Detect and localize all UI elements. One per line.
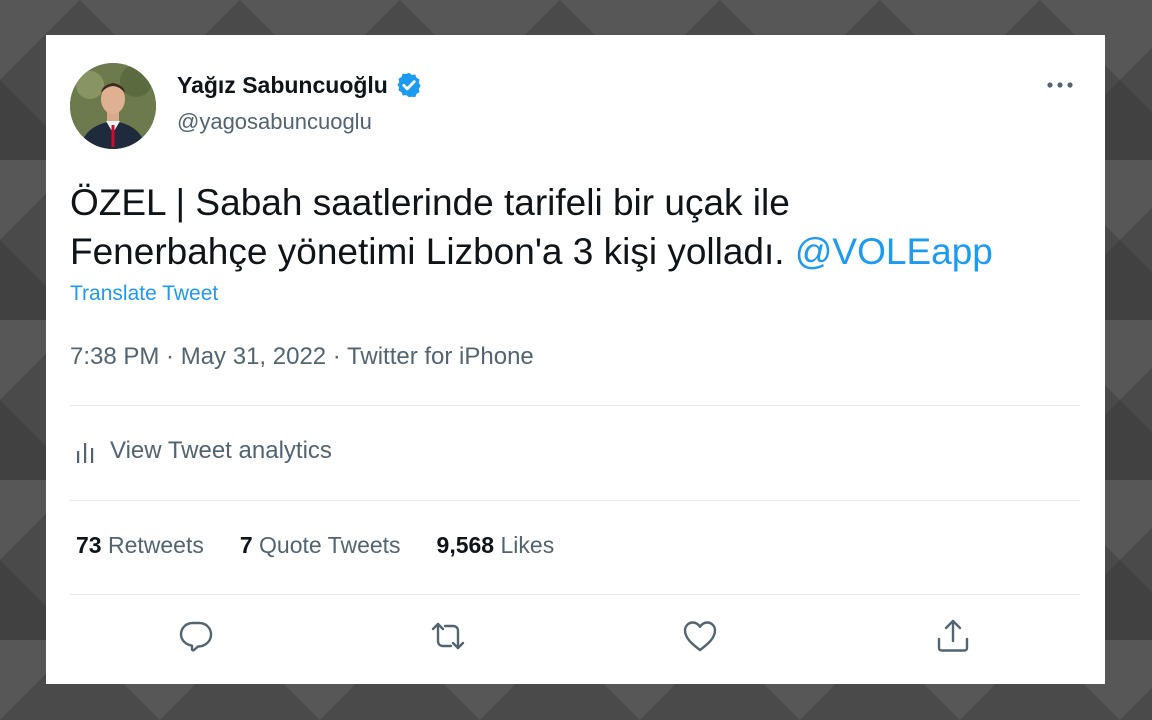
avatar-image bbox=[70, 63, 156, 149]
retweets-count: 73 bbox=[76, 532, 102, 558]
view-analytics-button[interactable]: View Tweet analytics bbox=[74, 437, 332, 465]
likes-stat[interactable]: 9,568 Likes bbox=[437, 532, 555, 559]
retweets-stat[interactable]: 73 Retweets bbox=[76, 532, 204, 559]
translate-tweet-link[interactable]: Translate Tweet bbox=[70, 282, 218, 306]
author-row: Yağız Sabuncuoğlu bbox=[177, 71, 423, 99]
avatar[interactable] bbox=[70, 63, 156, 149]
author-handle[interactable]: @yagosabuncuoglu bbox=[177, 109, 372, 135]
tweet-card: Yağız Sabuncuoğlu @yagosabuncuoglu ÖZEL … bbox=[46, 35, 1105, 684]
verified-badge-icon bbox=[395, 71, 423, 99]
mention-link[interactable]: @VOLEapp bbox=[795, 231, 993, 272]
divider bbox=[70, 594, 1080, 595]
retweets-label: Retweets bbox=[107, 532, 204, 558]
quote-tweets-count: 7 bbox=[239, 532, 253, 558]
quote-tweets-label: Quote Tweets bbox=[259, 532, 401, 558]
divider bbox=[70, 405, 1080, 406]
author-name[interactable]: Yağız Sabuncuoğlu bbox=[177, 72, 388, 99]
action-bar bbox=[46, 617, 1105, 667]
engagement-stats: 73 Retweets 7 Quote Tweets 9,568 Likes bbox=[76, 532, 590, 559]
likes-count: 9,568 bbox=[436, 532, 495, 558]
divider bbox=[70, 500, 1080, 501]
analytics-label: View Tweet analytics bbox=[110, 437, 332, 464]
tweet-text: ÖZEL | Sabah saatlerinde tarifeli bir uç… bbox=[70, 178, 1080, 276]
tweet-timestamp[interactable]: 7:38 PM · May 31, 2022 · Twitter for iPh… bbox=[70, 343, 534, 371]
likes-label: Likes bbox=[500, 532, 555, 558]
quote-tweets-stat[interactable]: 7 Quote Tweets bbox=[240, 532, 401, 559]
more-options-icon[interactable] bbox=[1045, 75, 1075, 95]
retweet-icon[interactable] bbox=[429, 617, 467, 655]
share-icon[interactable] bbox=[934, 617, 972, 655]
like-icon[interactable] bbox=[681, 617, 719, 655]
tweet-text-line1: ÖZEL | Sabah saatlerinde tarifeli bir uç… bbox=[70, 182, 790, 223]
reply-icon[interactable] bbox=[177, 617, 215, 655]
analytics-icon bbox=[77, 443, 94, 463]
tweet-text-line2: Fenerbahçe yönetimi Lizbon'a 3 kişi yoll… bbox=[70, 231, 785, 272]
